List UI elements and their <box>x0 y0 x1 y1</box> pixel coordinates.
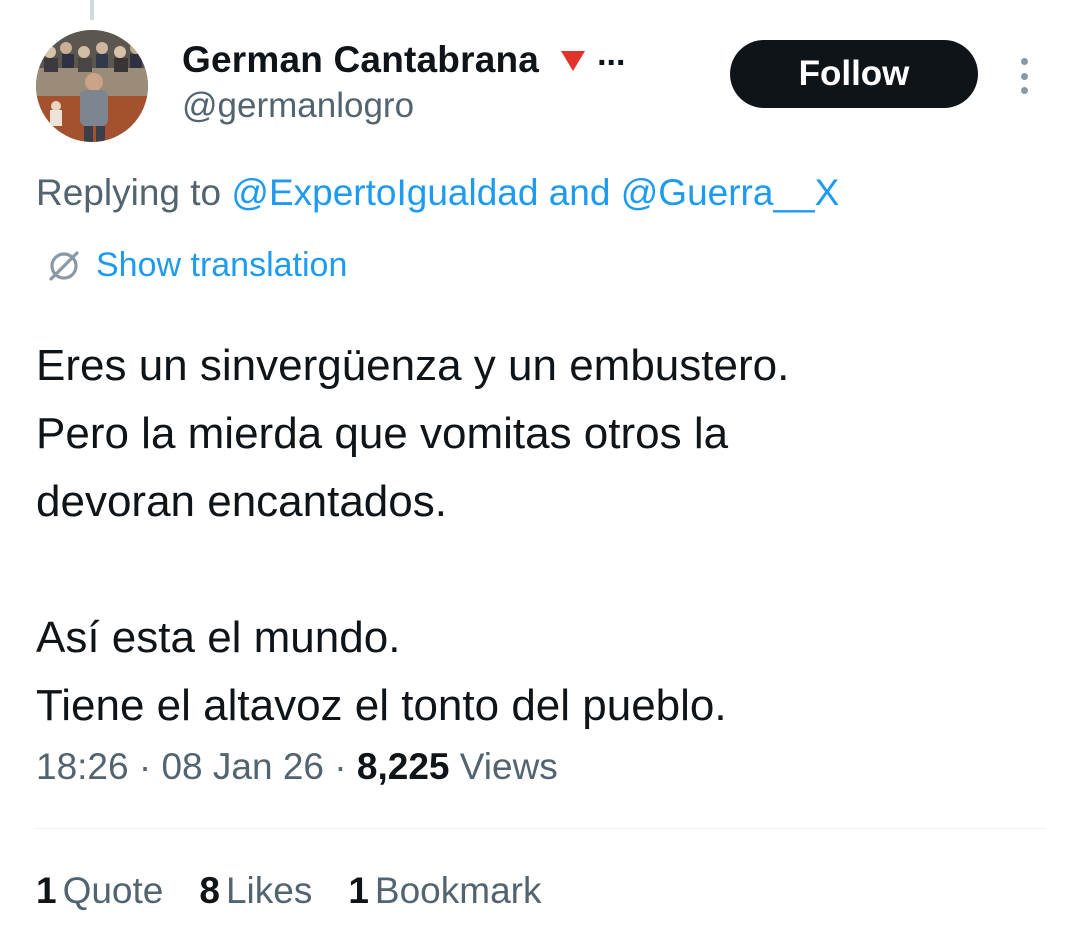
engagement-stats: 1 Quote 8 Likes 1 Bookmark <box>36 870 577 912</box>
show-translation-label: Show translation <box>96 246 348 284</box>
tweet-date[interactable]: 08 Jan 26 <box>161 746 324 787</box>
avatar-photo-icon <box>36 30 148 142</box>
tweet-body: Eres un sinvergüenza y un embustero. Per… <box>36 332 1046 740</box>
author-display-name[interactable]: German Cantabrana <box>182 39 539 81</box>
more-dot <box>1020 87 1028 94</box>
quotes-stat[interactable]: 1 Quote <box>36 870 163 912</box>
likes-count: 8 <box>199 870 220 911</box>
globe-icon <box>49 250 79 281</box>
thread-connector-line <box>90 0 94 20</box>
views-count: 8,225 <box>356 746 450 787</box>
author-handle[interactable]: @germanlogro <box>182 86 414 126</box>
author-name-row: German Cantabrana ... <box>182 34 626 84</box>
more-dot <box>1020 72 1028 80</box>
replying-to: Replying to @ExpertoIgualdad and @Guerra… <box>36 172 839 214</box>
more-dot <box>1020 58 1028 65</box>
reply-conjunction: and <box>548 172 611 213</box>
quotes-count: 1 <box>36 870 57 911</box>
reply-mention-2[interactable]: @Guerra__X <box>621 172 840 213</box>
follow-button[interactable]: Follow <box>730 40 978 108</box>
likes-stat[interactable]: 8 Likes <box>199 870 312 912</box>
bookmarks-count: 1 <box>348 870 369 911</box>
more-options-icon[interactable] <box>1010 58 1038 94</box>
replying-prefix: Replying to <box>36 172 222 213</box>
bookmarks-label: Bookmark <box>374 870 542 911</box>
avatar[interactable] <box>36 30 148 142</box>
quotes-label: Quote <box>62 870 164 911</box>
name-truncation-ellipsis: ... <box>597 34 626 73</box>
meta-separator: · <box>334 746 347 787</box>
divider <box>36 828 1046 829</box>
tweet-text-line: Así esta el mundo. <box>36 613 401 662</box>
reply-mention-1[interactable]: @ExpertoIgualdad <box>231 172 538 213</box>
tweet-time[interactable]: 18:26 <box>36 746 129 787</box>
bookmarks-stat[interactable]: 1 Bookmark <box>348 870 541 912</box>
tweet-text-line: Eres un sinvergüenza y un embustero. <box>36 341 790 390</box>
show-translation-link[interactable]: Show translation <box>46 246 347 285</box>
tweet-detail: German Cantabrana ... @germanlogro Follo… <box>0 0 1080 943</box>
tweet-text-line: devoran encantados. <box>36 477 447 526</box>
tweet-text-line: Pero la mierda que vomitas otros la <box>36 409 729 458</box>
meta-separator: · <box>138 746 152 787</box>
red-triangle-icon <box>561 51 586 71</box>
likes-label: Likes <box>225 870 313 911</box>
views-label: Views <box>459 746 558 787</box>
tweet-meta: 18:26 · 08 Jan 26 · 8,225 Views <box>36 746 558 788</box>
tweet-text-line: Tiene el altavoz el tonto del pueblo. <box>36 681 727 730</box>
